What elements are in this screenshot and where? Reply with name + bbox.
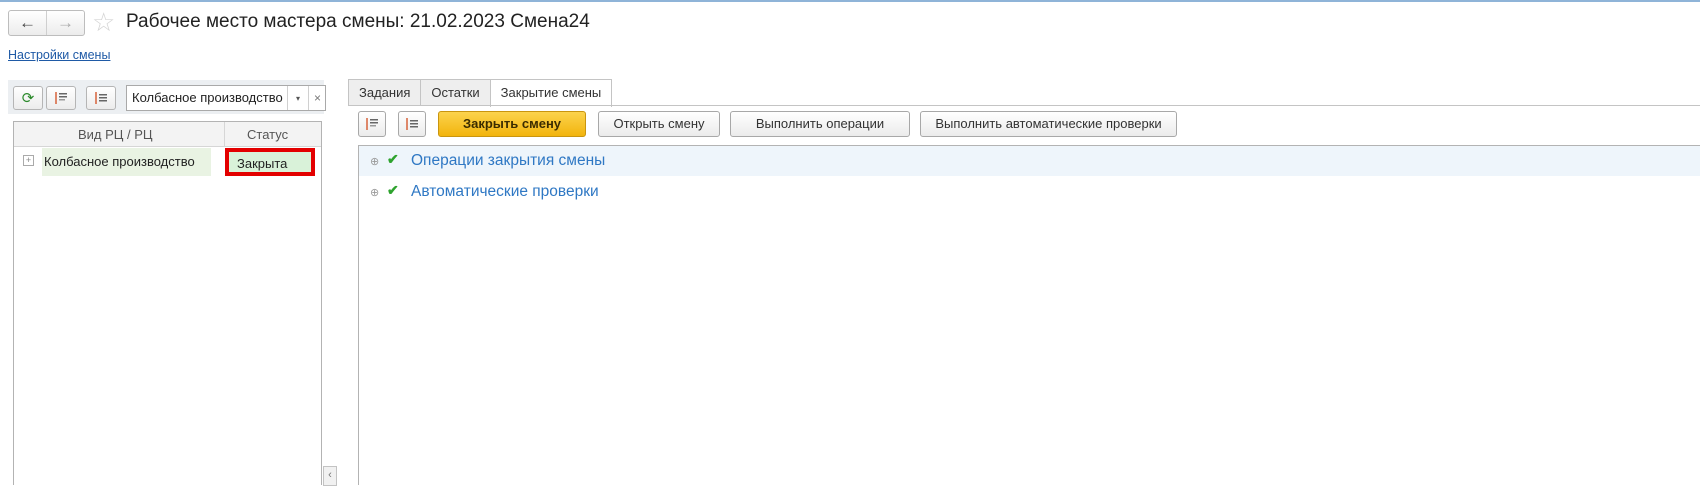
tab-divider xyxy=(348,105,1700,106)
navigation-buttons: ← → xyxy=(8,10,85,36)
clear-icon[interactable]: × xyxy=(308,86,326,110)
shift-settings-link[interactable]: Настройки смены xyxy=(8,48,110,62)
close-shift-button[interactable]: Закрыть смену xyxy=(438,111,586,137)
collapse-panel-handle[interactable]: ‹ xyxy=(323,466,337,486)
tab-bar: Задания Остатки Закрытие смены xyxy=(348,79,613,107)
shift-closing-tree: ⊕ ✔ Операции закрытия смены ⊕ ✔ Автомати… xyxy=(358,145,1700,485)
tree-row-automatic-checks[interactable]: ⊕ ✔ Автоматические проверки xyxy=(359,177,1700,207)
sort-ascending-button[interactable] xyxy=(46,86,76,110)
tab-tasks[interactable]: Задания xyxy=(348,79,422,105)
sort-ascending-icon xyxy=(55,92,67,104)
open-shift-button[interactable]: Открыть смену xyxy=(598,111,720,137)
forward-button[interactable]: → xyxy=(46,11,84,35)
checkmark-icon: ✔ xyxy=(387,182,399,198)
status-text: Закрыта xyxy=(237,156,288,171)
sort-ascending-icon xyxy=(366,118,378,130)
sort-descending-button[interactable] xyxy=(86,86,116,110)
dropdown-arrow-icon[interactable]: ▾ xyxy=(287,86,308,110)
expand-icon[interactable]: ⊕ xyxy=(370,155,379,168)
refresh-icon: ⟳ xyxy=(21,90,35,107)
refresh-button[interactable]: ⟳ xyxy=(13,86,43,110)
tree-item-label[interactable]: Операции закрытия смены xyxy=(411,152,605,170)
favorite-star-icon[interactable]: ☆ xyxy=(92,8,115,36)
status-badge[interactable]: Закрыта xyxy=(225,148,315,176)
production-filter-value: Колбасное производство xyxy=(132,90,283,105)
tree-item-label[interactable]: Автоматические проверки xyxy=(411,183,599,201)
column-header-work-center[interactable]: Вид РЦ / РЦ xyxy=(78,127,153,142)
tab-shift-closing[interactable]: Закрытие смены xyxy=(489,79,613,107)
back-button[interactable]: ← xyxy=(9,11,46,35)
tree-row-closing-operations[interactable]: ⊕ ✔ Операции закрытия смены xyxy=(359,146,1700,176)
page-title: Рабочее место мастера смены: 21.02.2023 … xyxy=(126,11,590,32)
arrow-right-icon: → xyxy=(57,13,74,32)
expand-icon[interactable]: + xyxy=(23,155,34,166)
work-centers-table: Вид РЦ / РЦ Статус + Колбасное производс… xyxy=(13,121,322,485)
sort-descending-icon xyxy=(95,92,107,104)
tab-remains[interactable]: Остатки xyxy=(420,79,491,105)
arrow-left-icon: ← xyxy=(19,13,36,32)
work-center-name[interactable]: Колбасное производство xyxy=(44,154,195,169)
sort-ascending-button[interactable] xyxy=(358,111,386,137)
production-filter-select[interactable]: Колбасное производство ▾ × xyxy=(126,85,326,111)
window-top-border xyxy=(0,0,1700,2)
run-automatic-checks-button[interactable]: Выполнить автоматические проверки xyxy=(920,111,1177,137)
run-operations-button[interactable]: Выполнить операции xyxy=(730,111,910,137)
left-panel-toolbar: ⟳ Колбасное производство ▾ × xyxy=(8,80,326,114)
column-divider xyxy=(224,122,225,146)
sort-descending-button[interactable] xyxy=(398,111,426,137)
expand-icon[interactable]: ⊕ xyxy=(370,186,379,199)
checkmark-icon: ✔ xyxy=(387,151,399,167)
table-header: Вид РЦ / РЦ Статус xyxy=(14,122,321,147)
sort-descending-icon xyxy=(406,118,418,130)
column-header-status[interactable]: Статус xyxy=(247,127,288,142)
